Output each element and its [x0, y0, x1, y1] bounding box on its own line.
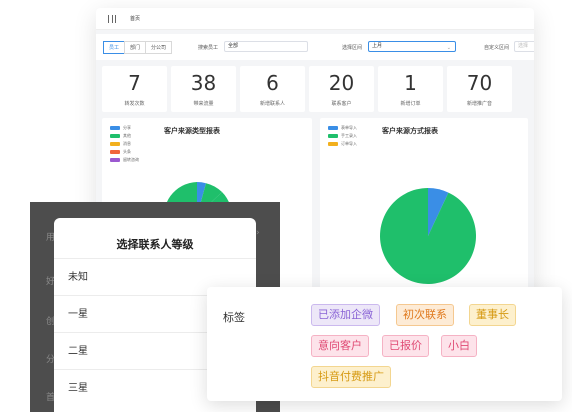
- stat-card: 7 转发次数: [102, 66, 167, 112]
- stat-card: 38 带来流量: [171, 66, 236, 112]
- stat-label: 转发次数: [124, 101, 145, 107]
- chevron-right-icon: ›: [256, 228, 260, 238]
- stat-label: 带来流量: [193, 101, 214, 107]
- stat-card: 1 新增订单: [378, 66, 443, 112]
- scope-segmented-control: 员工 部门 分公司: [103, 40, 173, 54]
- sheet-title: 选择联系人等级: [116, 238, 194, 251]
- tag-chip[interactable]: 抖音付费推广: [311, 366, 391, 388]
- chevron-down-icon: ⌄: [446, 45, 451, 51]
- tag-card: 标签 已添加企微 初次联系 董事长 意向客户 已报价 小白 抖音付费推广: [207, 287, 562, 401]
- staff-filter-input[interactable]: 全部: [224, 41, 308, 52]
- tag-chip[interactable]: 已报价: [382, 335, 429, 357]
- tag-chip[interactable]: 董事长: [469, 304, 516, 326]
- stat-card: 6 新增联系人: [240, 66, 305, 112]
- tag-chip[interactable]: 意向客户: [311, 335, 369, 357]
- menu-icon[interactable]: [108, 14, 116, 23]
- stat-value: 38: [190, 71, 217, 95]
- stats-row: 7 转发次数 38 带来流量 6 新增联系人 20 联系客户 1 新增订单 70…: [96, 60, 534, 112]
- stat-label: 新增订单: [400, 101, 421, 107]
- stat-value: 1: [404, 71, 417, 95]
- staff-filter-label: 搜索员工: [198, 45, 219, 51]
- custom-interval-label: 自定义区间: [484, 45, 510, 51]
- filter-bar: 员工 部门 分公司 搜索员工 全部 选择区间 上月 ⌄ 自定义区间 选择: [96, 34, 534, 60]
- stat-value: 7: [128, 71, 141, 95]
- seg-tab-branch[interactable]: 分公司: [145, 40, 173, 54]
- interval-select[interactable]: 上月 ⌄: [368, 41, 456, 52]
- interval-label: 选择区间: [342, 45, 363, 51]
- breadcrumb[interactable]: 首页: [130, 15, 140, 22]
- top-bar: 首页: [96, 8, 534, 30]
- source-method-pie: [380, 188, 476, 284]
- stat-value: 6: [266, 71, 279, 95]
- stat-value: 20: [328, 71, 355, 95]
- stat-value: 70: [466, 71, 493, 95]
- stat-card: 20 联系客户: [309, 66, 374, 112]
- stat-label: 新增联系人: [259, 101, 285, 107]
- seg-tab-staff[interactable]: 员工: [103, 40, 126, 54]
- custom-interval-input[interactable]: 选择: [514, 41, 534, 52]
- stat-label: 新增推广音: [466, 101, 492, 107]
- stat-card: 70 新增推广音: [447, 66, 512, 112]
- tag-field-label: 标签: [223, 311, 245, 324]
- pie-slice-手工录入[interactable]: [380, 188, 476, 284]
- source-method-panel: 表单导入 手工录入 订单导入 客户来源方式报表: [320, 118, 528, 308]
- tag-chip[interactable]: 小白: [441, 335, 477, 357]
- interval-value: 上月: [372, 43, 383, 49]
- stat-label: 联系客户: [331, 101, 352, 107]
- seg-tab-department[interactable]: 部门: [124, 40, 147, 54]
- tag-chip[interactable]: 初次联系: [396, 304, 454, 326]
- tag-chip[interactable]: 已添加企微: [311, 304, 380, 326]
- stage: 首页 员工 部门 分公司 搜索员工 全部 选择区间 上月 ⌄ 自定义区间 选择 …: [0, 0, 572, 412]
